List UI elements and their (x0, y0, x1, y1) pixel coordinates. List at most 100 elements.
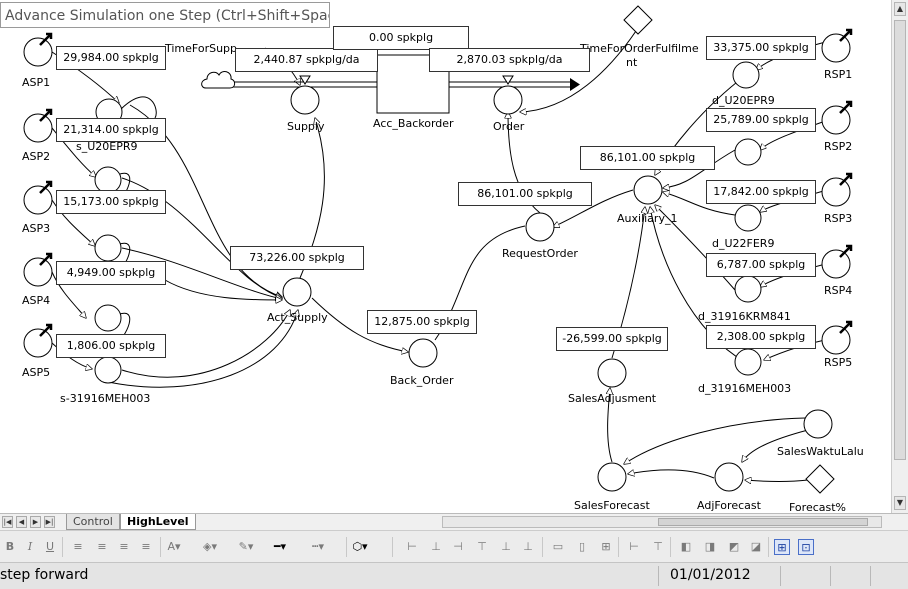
value-asp1: 29,984.00 spkplg (56, 46, 166, 70)
line-color-icon[interactable]: ✎▾ (238, 539, 254, 555)
scroll-down-icon[interactable]: ▼ (894, 496, 906, 510)
status-bar: step forward 01/01/2012 (0, 562, 908, 589)
label-time-for-order-2: nt (626, 56, 638, 69)
grid-icon[interactable]: ⊞ (774, 539, 790, 555)
value-rsp1: 33,375.00 spkplg (706, 36, 816, 60)
node-back-order[interactable] (408, 338, 438, 368)
label-act-supply: Act_Supply (267, 311, 328, 324)
value-sales-adjusment: -26,599.00 spkplg (556, 327, 668, 351)
node-sales-waktu-lalu[interactable] (803, 409, 833, 439)
source-cloud-icon (201, 71, 236, 89)
align-objects-right-icon[interactable]: ⊣ (450, 539, 466, 555)
align-left-icon[interactable]: ≡ (70, 539, 86, 555)
align-objects-left-icon[interactable]: ⊢ (404, 539, 420, 555)
label-auxiliary: Auxiliary_1 (617, 212, 678, 225)
node-order[interactable] (493, 85, 523, 115)
line-width-icon[interactable]: ━▾ (272, 539, 288, 555)
next-sheet-icon[interactable]: ▶ (30, 516, 41, 528)
node-act-supply[interactable] (282, 277, 312, 307)
value-rsp2: 25,789.00 spkplg (706, 108, 816, 132)
justify-icon[interactable]: ≡ (138, 539, 154, 555)
vertical-scrollbar[interactable]: ▲ ▼ (891, 0, 908, 513)
snap-icon[interactable]: ⊡ (798, 539, 814, 555)
constant-time-for-order[interactable] (623, 5, 653, 35)
align-center-icon[interactable]: ≡ (94, 539, 110, 555)
label-asp5: ASP5 (22, 366, 51, 379)
value-supply: 2,440.87 spkplg/da (235, 48, 378, 72)
first-sheet-icon[interactable]: |◀ (2, 516, 13, 528)
space-vertical-icon[interactable]: ▯ (574, 539, 590, 555)
label-rsp5: RSP5 (824, 356, 853, 369)
label-d-u22fer9: d_U22FER9 (712, 237, 775, 250)
align-objects-bottom-icon[interactable]: ⊥ (520, 539, 536, 555)
format-toolbar: B I U ≡ ≡ ≡ ≡ A▾ ◈▾ ✎▾ ━▾ ┅▾ ⬡▾ ⊢ ⊥ ⊣ ⊤ … (0, 530, 908, 563)
italic-icon[interactable]: I (22, 539, 38, 555)
label-sales-adjusment: SalesAdjusment (568, 392, 657, 405)
value-act-supply: 73,226.00 spkplg (230, 246, 364, 270)
align-right-icon[interactable]: ≡ (116, 539, 132, 555)
simulation-step-tooltip: Advance Simulation one Step (Ctrl+Shift+… (0, 2, 330, 28)
horizontal-scroll-thumb[interactable] (658, 518, 868, 526)
value-asp5: 1,806.00 spkplg (56, 334, 166, 358)
same-width-icon[interactable]: ⊢ (626, 539, 642, 555)
align-objects-center-icon[interactable]: ⊥ (428, 539, 444, 555)
label-asp3: ASP3 (22, 222, 51, 235)
label-rsp4: RSP4 (824, 284, 853, 297)
label-time-for-supply: TimeForSupp (165, 42, 238, 55)
label-adj-forecast: AdjForecast (697, 499, 761, 512)
align-objects-middle-icon[interactable]: ⊥ (498, 539, 514, 555)
node-request-order[interactable] (525, 212, 555, 242)
value-asp4: 4,949.00 spkplg (56, 261, 166, 285)
label-rsp3: RSP3 (824, 212, 853, 225)
prev-sheet-icon[interactable]: ◀ (16, 516, 27, 528)
last-sheet-icon[interactable]: ▶| (44, 516, 55, 528)
node-adj-forecast[interactable] (714, 462, 744, 492)
value-back-order: 12,875.00 spkplg (367, 310, 477, 334)
label-asp1: ASP1 (22, 76, 51, 89)
value-request-order: 86,101.00 spkplg (458, 182, 592, 206)
node-sales-forecast[interactable] (597, 462, 627, 492)
label-sales-forecast: SalesForecast (574, 499, 650, 512)
fill-color-icon[interactable]: ◈▾ (202, 539, 218, 555)
shape-icon[interactable]: ⬡▾ (352, 539, 368, 555)
node-auxiliary[interactable] (633, 175, 663, 205)
label-sales-waktu-lalu: SalesWaktuLalu (777, 445, 864, 458)
sheet-tab-bar: |◀ ◀ ▶ ▶| Control HighLevel (0, 513, 908, 531)
label-asp2: ASP2 (22, 150, 51, 163)
value-auxiliary: 86,101.00 spkplg (580, 146, 715, 170)
value-asp2: 21,314.00 spkplg (56, 118, 166, 142)
label-s-31916meh003: s-31916MEH003 (60, 392, 151, 405)
font-color-icon[interactable]: A▾ (166, 539, 182, 555)
underline-icon[interactable]: U (42, 539, 58, 555)
simulation-date: 01/01/2012 (670, 567, 751, 583)
label-rsp2: RSP2 (824, 140, 853, 153)
label-back-order: Back_Order (390, 374, 454, 387)
label-acc-backorder: Acc_Backorder (373, 117, 454, 130)
table-icon[interactable]: ⊞ (598, 539, 614, 555)
value-order: 2,870.03 spkplg/da (429, 48, 590, 72)
status-message: step forward (0, 567, 89, 583)
tab-control[interactable]: Control (66, 514, 120, 530)
label-rsp1: RSP1 (824, 68, 853, 81)
bring-front-icon[interactable]: ◩ (726, 539, 742, 555)
align-objects-top-icon[interactable]: ⊤ (474, 539, 490, 555)
group-icon[interactable]: ◧ (678, 539, 694, 555)
constant-forecast-pct[interactable] (805, 464, 835, 494)
horizontal-scrollbar[interactable] (442, 516, 882, 528)
ungroup-icon[interactable]: ◨ (702, 539, 718, 555)
value-rsp4: 6,787.00 spkplg (706, 253, 816, 277)
tab-highlevel[interactable]: HighLevel (120, 514, 196, 530)
bold-icon[interactable]: B (2, 539, 18, 555)
scroll-up-icon[interactable]: ▲ (894, 2, 906, 16)
space-horizontal-icon[interactable]: ▭ (550, 539, 566, 555)
label-d-u20epr9: d_U20EPR9 (712, 94, 775, 107)
vertical-scroll-thumb[interactable] (894, 20, 906, 460)
same-height-icon[interactable]: ⊤ (650, 539, 666, 555)
node-sales-adjusment[interactable] (597, 358, 627, 388)
label-supply: Supply (287, 120, 325, 133)
node-supply[interactable] (290, 85, 320, 115)
line-style-icon[interactable]: ┅▾ (310, 539, 326, 555)
label-request-order: RequestOrder (502, 247, 578, 260)
label-d-31916krm841: d_31916KRM841 (698, 310, 791, 323)
send-back-icon[interactable]: ◪ (748, 539, 764, 555)
